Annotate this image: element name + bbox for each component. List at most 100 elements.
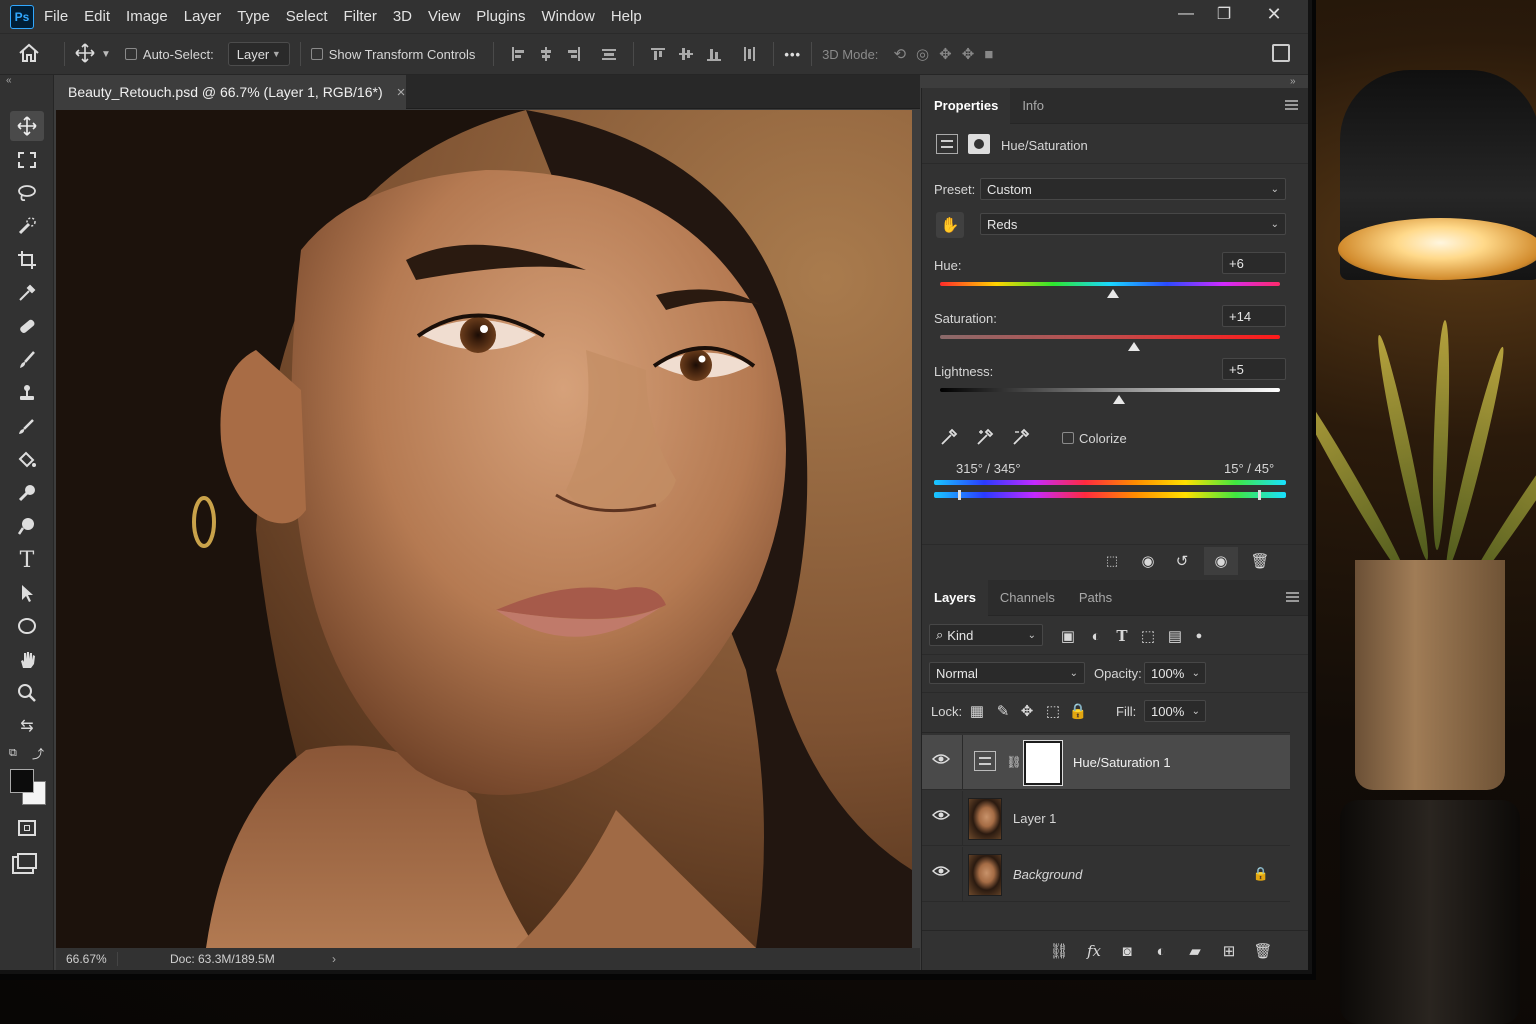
layer-mask-thumbnail[interactable] bbox=[1023, 740, 1063, 786]
close-button[interactable]: ✕ bbox=[1254, 0, 1294, 28]
panel-menu-icon[interactable] bbox=[1285, 100, 1298, 110]
paint-bucket-tool[interactable] bbox=[10, 445, 44, 475]
quick-selection-tool[interactable] bbox=[10, 211, 44, 241]
clone-stamp-tool[interactable] bbox=[10, 378, 44, 408]
move-tool[interactable] bbox=[10, 111, 44, 141]
fill-input[interactable]: 100% ⌄ bbox=[1144, 700, 1206, 722]
menu-3d[interactable]: 3D bbox=[393, 8, 412, 25]
mask-icon[interactable] bbox=[968, 134, 990, 154]
menu-help[interactable]: Help bbox=[611, 8, 642, 25]
reset-icon[interactable]: ↺ bbox=[1170, 551, 1194, 571]
align-right-icon[interactable] bbox=[567, 47, 581, 61]
move-tool-icon[interactable] bbox=[75, 42, 101, 66]
color-range-bottom-bar[interactable] bbox=[934, 492, 1286, 498]
show-transform-checkbox[interactable] bbox=[310, 48, 323, 60]
layer-row-hue-saturation[interactable]: ⛓ Hue/Saturation 1 bbox=[922, 735, 1290, 790]
layer-row-layer-1[interactable]: Layer 1 bbox=[922, 791, 1290, 846]
link-layers-icon[interactable]: ⛓ bbox=[1048, 941, 1070, 961]
swap-colors-icon[interactable]: ⤴ bbox=[32, 745, 44, 762]
menu-type[interactable]: Type bbox=[237, 8, 270, 25]
lightness-slider[interactable] bbox=[940, 388, 1280, 392]
status-menu-arrow[interactable]: › bbox=[332, 952, 336, 966]
menu-file[interactable]: File bbox=[44, 8, 68, 25]
eye-icon[interactable] bbox=[931, 865, 951, 880]
clip-to-layer-icon[interactable]: ⬚ bbox=[1100, 551, 1124, 571]
dodge-tool[interactable] bbox=[10, 478, 44, 508]
zoom-tool[interactable] bbox=[10, 678, 44, 708]
channel-dropdown[interactable]: Reds ⌄ bbox=[980, 213, 1286, 235]
3d-slide-icon[interactable]: ✥ bbox=[962, 45, 975, 63]
saturation-slider-thumb[interactable] bbox=[1127, 342, 1140, 351]
eyedropper-minus-icon[interactable] bbox=[1010, 426, 1032, 448]
workspace-icon[interactable] bbox=[1272, 44, 1290, 62]
lock-icon[interactable]: 🔒 bbox=[1252, 864, 1270, 884]
foreground-color-swatch[interactable] bbox=[10, 769, 34, 793]
type-filter-icon[interactable]: T bbox=[1112, 626, 1132, 646]
tab-properties[interactable]: Properties bbox=[922, 87, 1011, 124]
hue-input[interactable]: +6 bbox=[1222, 252, 1286, 274]
align-middle-icon[interactable] bbox=[679, 47, 694, 61]
lightness-input[interactable]: +5 bbox=[1222, 358, 1286, 380]
more-options-icon[interactable]: ••• bbox=[784, 47, 801, 62]
hue-slider[interactable] bbox=[940, 282, 1280, 286]
lightness-slider-thumb[interactable] bbox=[1112, 395, 1125, 404]
tab-layers[interactable]: Layers bbox=[922, 579, 988, 616]
chevron-down-icon[interactable]: ⌄ bbox=[1192, 706, 1200, 717]
auto-select-checkbox[interactable] bbox=[124, 48, 137, 60]
lock-artboard-icon[interactable]: ⬚ bbox=[1044, 702, 1062, 720]
3d-camera-icon[interactable]: ■ bbox=[984, 46, 993, 63]
view-previous-icon[interactable]: ◉ bbox=[1136, 551, 1160, 571]
menu-edit[interactable]: Edit bbox=[84, 8, 110, 25]
restore-button[interactable]: ❐ bbox=[1204, 0, 1244, 28]
screen-mode-button[interactable] bbox=[10, 846, 44, 876]
menu-select[interactable]: Select bbox=[286, 8, 328, 25]
home-icon[interactable] bbox=[18, 43, 54, 66]
expand-panels-icon[interactable]: » bbox=[1290, 76, 1296, 87]
document-canvas[interactable] bbox=[56, 110, 912, 948]
layer-row-background[interactable]: Background 🔒 bbox=[922, 847, 1290, 902]
tab-channels[interactable]: Channels bbox=[988, 580, 1067, 616]
align-bottom-icon[interactable] bbox=[707, 47, 722, 61]
menu-image[interactable]: Image bbox=[126, 8, 168, 25]
brush-tool[interactable] bbox=[10, 345, 44, 375]
quick-mask-button[interactable] bbox=[10, 813, 44, 843]
menu-filter[interactable]: Filter bbox=[344, 8, 377, 25]
menu-plugins[interactable]: Plugins bbox=[476, 8, 525, 25]
auto-select-dropdown[interactable]: Layer ▼ bbox=[227, 42, 290, 66]
eyedropper-plus-icon[interactable] bbox=[974, 426, 996, 448]
align-left-icon[interactable] bbox=[511, 47, 525, 61]
eye-icon[interactable] bbox=[931, 753, 951, 768]
folder-icon[interactable]: ▰ bbox=[1184, 941, 1206, 961]
hue-slider-thumb[interactable] bbox=[1107, 289, 1120, 298]
filter-toggle-icon[interactable]: ● bbox=[1192, 626, 1206, 646]
chevron-down-icon[interactable]: ⌄ bbox=[1192, 668, 1200, 679]
saturation-slider[interactable] bbox=[940, 335, 1280, 339]
history-brush-tool[interactable] bbox=[10, 411, 44, 441]
default-colors-icon[interactable]: ⧉ bbox=[9, 747, 17, 760]
lock-all-icon[interactable]: 🔒 bbox=[1069, 702, 1088, 720]
tab-paths[interactable]: Paths bbox=[1067, 580, 1124, 616]
saturation-input[interactable]: +14 bbox=[1222, 305, 1286, 327]
menu-layer[interactable]: Layer bbox=[184, 8, 222, 25]
edit-toolbar-icon[interactable]: ⇆ bbox=[10, 711, 44, 741]
lasso-tool[interactable] bbox=[10, 178, 44, 208]
range-handle-left[interactable] bbox=[958, 490, 961, 500]
eyedropper-icon[interactable] bbox=[938, 426, 960, 448]
align-center-h-icon[interactable] bbox=[539, 47, 553, 61]
distribute-vertical-icon[interactable] bbox=[742, 47, 756, 61]
link-icon[interactable]: ⛓ bbox=[1006, 753, 1021, 771]
smart-object-filter-icon[interactable]: ▤ bbox=[1165, 626, 1185, 646]
kind-filter-dropdown[interactable]: ⌕ Kind ⌄ bbox=[929, 624, 1043, 646]
trash-icon[interactable]: 🗑 bbox=[1248, 551, 1272, 571]
lock-transparent-icon[interactable]: ▦ bbox=[968, 702, 986, 720]
range-handle-right[interactable] bbox=[1258, 490, 1261, 500]
new-adjustment-icon[interactable]: ◐ bbox=[1150, 941, 1172, 961]
zoom-level[interactable]: 66.67% bbox=[56, 952, 118, 966]
distribute-icon[interactable] bbox=[602, 47, 617, 61]
eyedropper-tool[interactable] bbox=[10, 278, 44, 308]
align-top-icon[interactable] bbox=[651, 47, 666, 61]
crop-tool[interactable] bbox=[10, 245, 44, 275]
fx-icon[interactable]: fx bbox=[1082, 941, 1106, 961]
new-layer-icon[interactable]: ⊞ bbox=[1218, 941, 1240, 961]
collapse-icon[interactable]: « bbox=[6, 75, 12, 86]
